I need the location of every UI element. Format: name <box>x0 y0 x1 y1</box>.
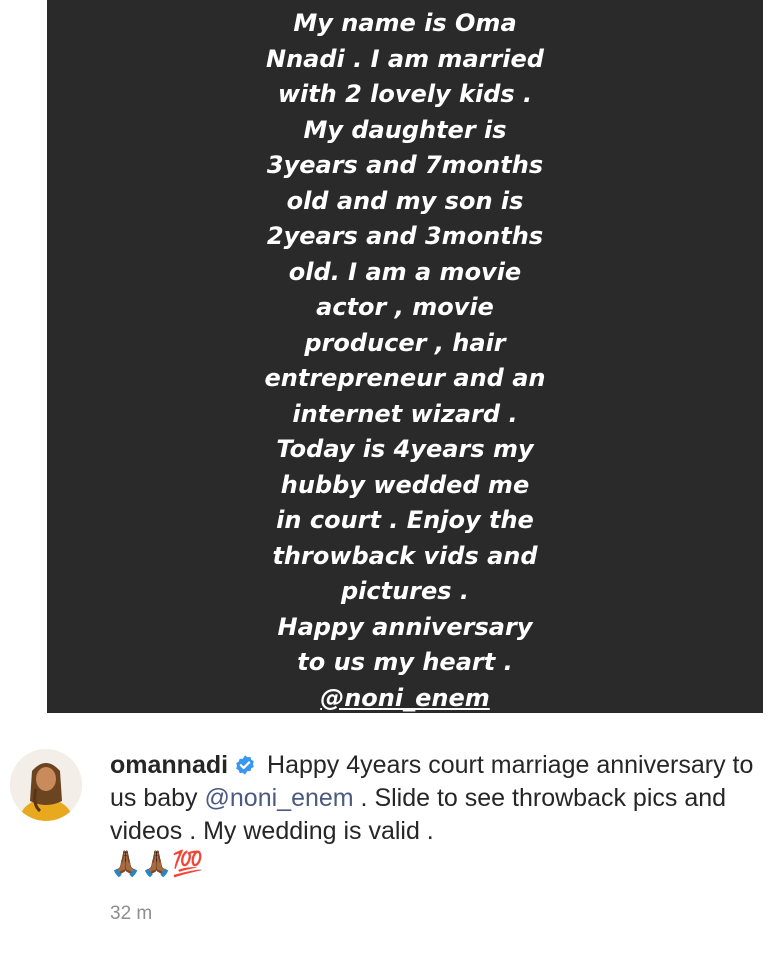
story-line: Nnadi . I am married <box>265 44 544 73</box>
emoji-text: 🙏🏾🙏🏾💯 <box>110 850 204 878</box>
story-line: producer , hair <box>304 328 506 357</box>
story-line: hubby wedded me <box>280 470 530 499</box>
story-line: old. I am a movie <box>288 257 522 286</box>
verified-badge-icon <box>236 755 254 775</box>
avatar[interactable] <box>10 749 82 821</box>
story-line: entrepreneur and an <box>264 364 546 392</box>
comment: omannadi Happy 4years court marriage ann… <box>0 735 784 960</box>
story-line: My daughter is <box>303 115 507 144</box>
story-line: 3years and 7months <box>266 151 544 179</box>
story-image: My name is Oma Nnadi . I am married with 2… <box>47 0 763 713</box>
story-caption: My name is Oma Nnadi . I am married with 2… <box>255 6 555 713</box>
story-line: 2years and 3months <box>266 222 544 250</box>
story-mention[interactable]: @noni_enem <box>255 681 555 714</box>
comment-timestamp: 32 m <box>110 903 153 924</box>
story-line: throwback vids and <box>272 541 538 570</box>
story-line: to us my heart . <box>297 648 513 676</box>
story-line: internet wizard . <box>292 399 518 428</box>
comment-text: omannadi Happy 4years court marriage ann… <box>110 749 770 881</box>
story-line: pictures . <box>340 577 470 605</box>
mention-link[interactable]: @noni_enem <box>205 784 354 812</box>
story-line: Happy anniversary <box>277 612 533 641</box>
story-line: My name is Oma <box>293 9 517 37</box>
avatar-image <box>10 749 82 821</box>
story-line: old and my son is <box>286 186 524 215</box>
story-line: in court . Enjoy the <box>276 506 534 534</box>
story-line: actor , movie <box>316 293 494 321</box>
username[interactable]: omannadi <box>110 751 228 779</box>
story-line: Today is 4years my <box>276 435 534 463</box>
story-line: with 2 lovely kids . <box>277 80 533 108</box>
